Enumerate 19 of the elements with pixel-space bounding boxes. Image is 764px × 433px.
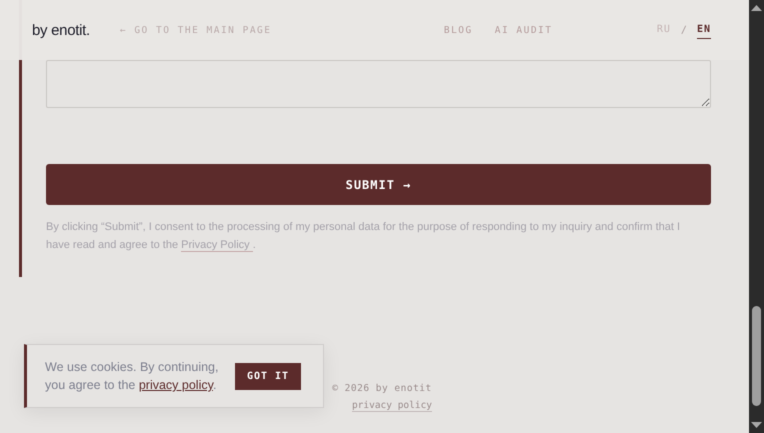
submit-button[interactable]: SUBMIT → [46,164,711,205]
privacy-policy-link[interactable]: privacy policy [138,378,213,392]
privacy-policy-link[interactable]: Privacy Policy [181,239,253,252]
privacy-policy-link[interactable]: privacy policy [352,400,432,412]
scroll-down-icon[interactable] [751,422,762,428]
got-it-button[interactable]: GOT IT [235,362,301,390]
scrollbar-thumb[interactable] [752,306,761,406]
nav-link[interactable]: BLOG [444,24,473,36]
logo[interactable]: by enotit. [32,22,90,38]
scrollbar[interactable] [749,0,764,433]
nav-link[interactable]: AI AUDIT [494,24,552,36]
message-field[interactable] [46,60,711,108]
language-link[interactable]: EN [696,21,711,39]
copyright-text: © 2026 by enotit [332,383,432,394]
scroll-up-icon[interactable] [751,5,762,11]
back-link[interactable]: ← GO TO THE MAIN PAGE [120,24,272,36]
language-separator: / [680,24,687,36]
cookie-text: We use cookies. By continuing, you agree to the privacy policy. [45,359,220,394]
consent-text: By clicking “Submit”, I consent to the processing of my personal data for the purpose of responding to my inquiry and confirm that I have read and agree to the Privacy Policy . [46,220,682,254]
